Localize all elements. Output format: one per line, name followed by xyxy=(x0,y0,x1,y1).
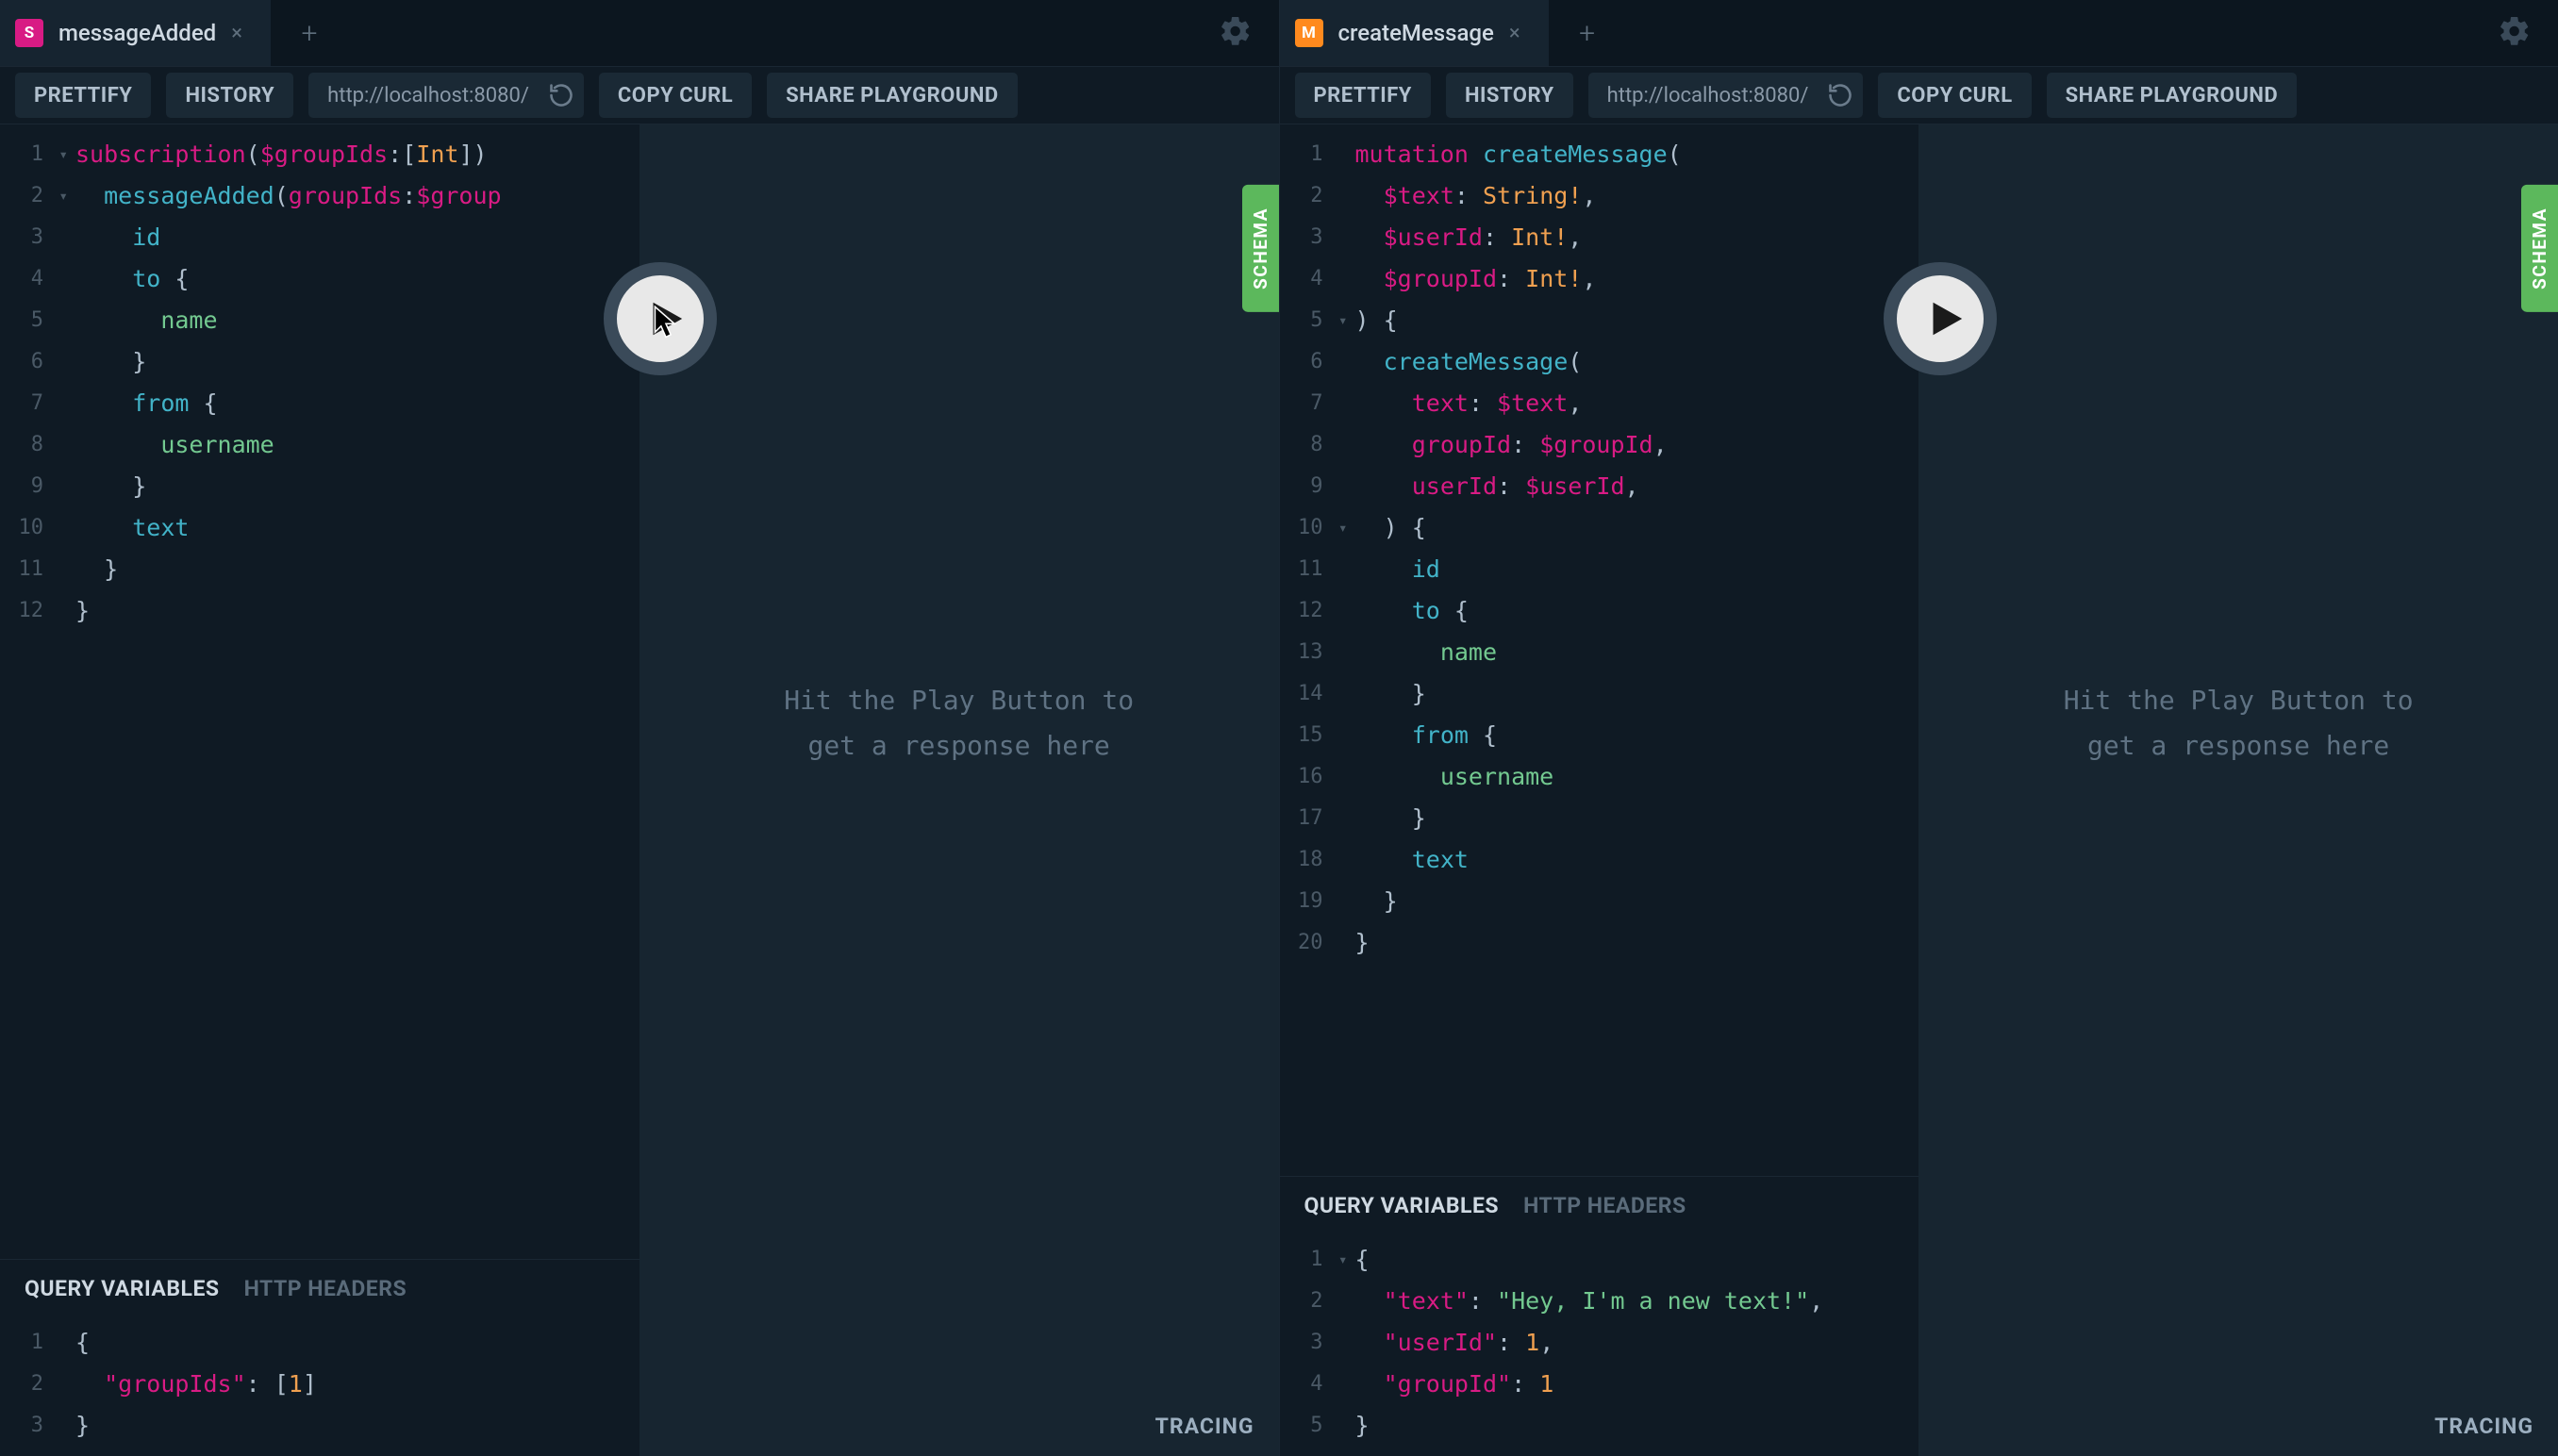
line-number: 1 xyxy=(1280,1239,1331,1281)
line-number: 6 xyxy=(0,341,51,383)
history-button[interactable]: HISTORY xyxy=(166,73,293,118)
line-number: 10 xyxy=(0,507,51,549)
variables-panel: QUERY VARIABLES HTTP HEADERS 123{ "group… xyxy=(0,1259,640,1456)
result-column: Hit the Play Button to get a response he… xyxy=(640,124,1279,1456)
operation-type-badge: M xyxy=(1295,19,1323,47)
play-button[interactable] xyxy=(1884,262,1997,375)
operation-tab[interactable]: S messageAdded × xyxy=(0,0,271,66)
line-number: 2 xyxy=(0,175,51,217)
tab-query-variables[interactable]: QUERY VARIABLES xyxy=(1304,1193,1500,1218)
prettify-button[interactable]: PRETTIFY xyxy=(15,73,151,118)
playground-pane-right: M createMessage × + PRETTIFY HISTORY htt… xyxy=(1280,0,2558,1456)
variables-editor[interactable]: 123{ "groupIds": [1] } xyxy=(0,1316,640,1456)
tab-title: createMessage xyxy=(1338,20,1494,46)
line-number: 6 xyxy=(1280,341,1331,383)
variables-tabs: QUERY VARIABLES HTTP HEADERS xyxy=(1280,1177,1919,1233)
line-number: 16 xyxy=(1280,756,1331,798)
variables-panel: QUERY VARIABLES HTTP HEADERS 12345{ "tex… xyxy=(1280,1176,1919,1456)
history-button[interactable]: HISTORY xyxy=(1446,73,1573,118)
reload-icon[interactable] xyxy=(1827,82,1853,108)
endpoint-url: http://localhost:8080/ xyxy=(327,84,529,108)
line-number: 9 xyxy=(0,466,51,507)
editor-column: 1234567891011121314151617181920mutation … xyxy=(1280,124,1919,1456)
endpoint-input[interactable]: http://localhost:8080/ xyxy=(1588,73,1864,118)
gear-icon[interactable] xyxy=(2498,14,2532,52)
tab-title: messageAdded xyxy=(58,20,216,46)
result-column: Hit the Play Button to get a response he… xyxy=(1918,124,2558,1456)
line-number: 8 xyxy=(1280,424,1331,466)
tracing-button[interactable]: TRACING xyxy=(1155,1414,1254,1439)
line-number: 12 xyxy=(0,590,51,632)
new-tab-button[interactable]: + xyxy=(271,0,348,66)
line-number: 5 xyxy=(0,300,51,341)
line-number: 2 xyxy=(0,1364,51,1405)
line-number: 4 xyxy=(1280,258,1331,300)
endpoint-url: http://localhost:8080/ xyxy=(1607,84,1809,108)
tab-http-headers[interactable]: HTTP HEADERS xyxy=(1523,1193,1686,1218)
editor-column: 123456789101112subscription($groupIds:[I… xyxy=(0,124,640,1456)
line-number: 3 xyxy=(0,1405,51,1447)
share-playground-button[interactable]: SHARE PLAYGROUND xyxy=(2047,73,2298,118)
gear-icon[interactable] xyxy=(1219,14,1253,52)
playground-pane-left: S messageAdded × + PRETTIFY HISTORY http… xyxy=(0,0,1280,1456)
variables-tabs: QUERY VARIABLES HTTP HEADERS xyxy=(0,1260,640,1316)
play-button[interactable] xyxy=(604,262,717,375)
operation-type-badge: S xyxy=(15,19,43,47)
toolbar: PRETTIFY HISTORY http://localhost:8080/ … xyxy=(0,66,1279,124)
line-number: 10 xyxy=(1280,507,1331,549)
operation-tab[interactable]: M createMessage × xyxy=(1280,0,1549,66)
line-number: 7 xyxy=(1280,383,1331,424)
share-playground-button[interactable]: SHARE PLAYGROUND xyxy=(767,73,1018,118)
line-number: 11 xyxy=(1280,549,1331,590)
copy-curl-button[interactable]: COPY CURL xyxy=(1878,73,2031,118)
line-number: 11 xyxy=(0,549,51,590)
query-editor[interactable]: 123456789101112subscription($groupIds:[I… xyxy=(0,124,640,1259)
line-number: 1 xyxy=(0,134,51,175)
line-number: 17 xyxy=(1280,798,1331,839)
result-placeholder: Hit the Play Button to get a response he… xyxy=(784,678,1134,769)
line-number: 3 xyxy=(1280,1322,1331,1364)
query-editor[interactable]: 1234567891011121314151617181920mutation … xyxy=(1280,124,1919,1176)
toolbar: PRETTIFY HISTORY http://localhost:8080/ … xyxy=(1280,66,2558,124)
main-area: 1234567891011121314151617181920mutation … xyxy=(1280,124,2558,1456)
main-area: 123456789101112subscription($groupIds:[I… xyxy=(0,124,1279,1456)
line-number: 5 xyxy=(1280,300,1331,341)
line-number: 3 xyxy=(1280,217,1331,258)
line-number: 8 xyxy=(0,424,51,466)
tab-bar: S messageAdded × + xyxy=(0,0,1279,66)
close-icon[interactable]: × xyxy=(1509,22,1520,45)
line-number: 12 xyxy=(1280,590,1331,632)
line-number: 3 xyxy=(0,217,51,258)
schema-tab[interactable]: SCHEMA xyxy=(1242,185,1279,312)
reload-icon[interactable] xyxy=(548,82,574,108)
line-number: 15 xyxy=(1280,715,1331,756)
line-number: 7 xyxy=(0,383,51,424)
new-tab-button[interactable]: + xyxy=(1549,0,1626,66)
line-number: 5 xyxy=(1280,1405,1331,1447)
line-number: 1 xyxy=(0,1322,51,1364)
line-number: 14 xyxy=(1280,673,1331,715)
line-number: 9 xyxy=(1280,466,1331,507)
prettify-button[interactable]: PRETTIFY xyxy=(1295,73,1431,118)
line-number: 20 xyxy=(1280,922,1331,964)
line-number: 4 xyxy=(1280,1364,1331,1405)
tracing-button[interactable]: TRACING xyxy=(2434,1414,2533,1439)
line-number: 4 xyxy=(0,258,51,300)
tab-query-variables[interactable]: QUERY VARIABLES xyxy=(25,1276,220,1301)
tab-http-headers[interactable]: HTTP HEADERS xyxy=(244,1276,407,1301)
result-placeholder: Hit the Play Button to get a response he… xyxy=(2064,678,2414,769)
schema-tab[interactable]: SCHEMA xyxy=(2521,185,2558,312)
line-number: 1 xyxy=(1280,134,1331,175)
line-number: 18 xyxy=(1280,839,1331,881)
variables-editor[interactable]: 12345{ "text": "Hey, I'm a new text!", "… xyxy=(1280,1233,1919,1456)
close-icon[interactable]: × xyxy=(231,22,242,45)
tab-bar: M createMessage × + xyxy=(1280,0,2558,66)
endpoint-input[interactable]: http://localhost:8080/ xyxy=(308,73,584,118)
line-number: 13 xyxy=(1280,632,1331,673)
line-number: 2 xyxy=(1280,175,1331,217)
copy-curl-button[interactable]: COPY CURL xyxy=(599,73,752,118)
line-number: 19 xyxy=(1280,881,1331,922)
line-number: 2 xyxy=(1280,1281,1331,1322)
